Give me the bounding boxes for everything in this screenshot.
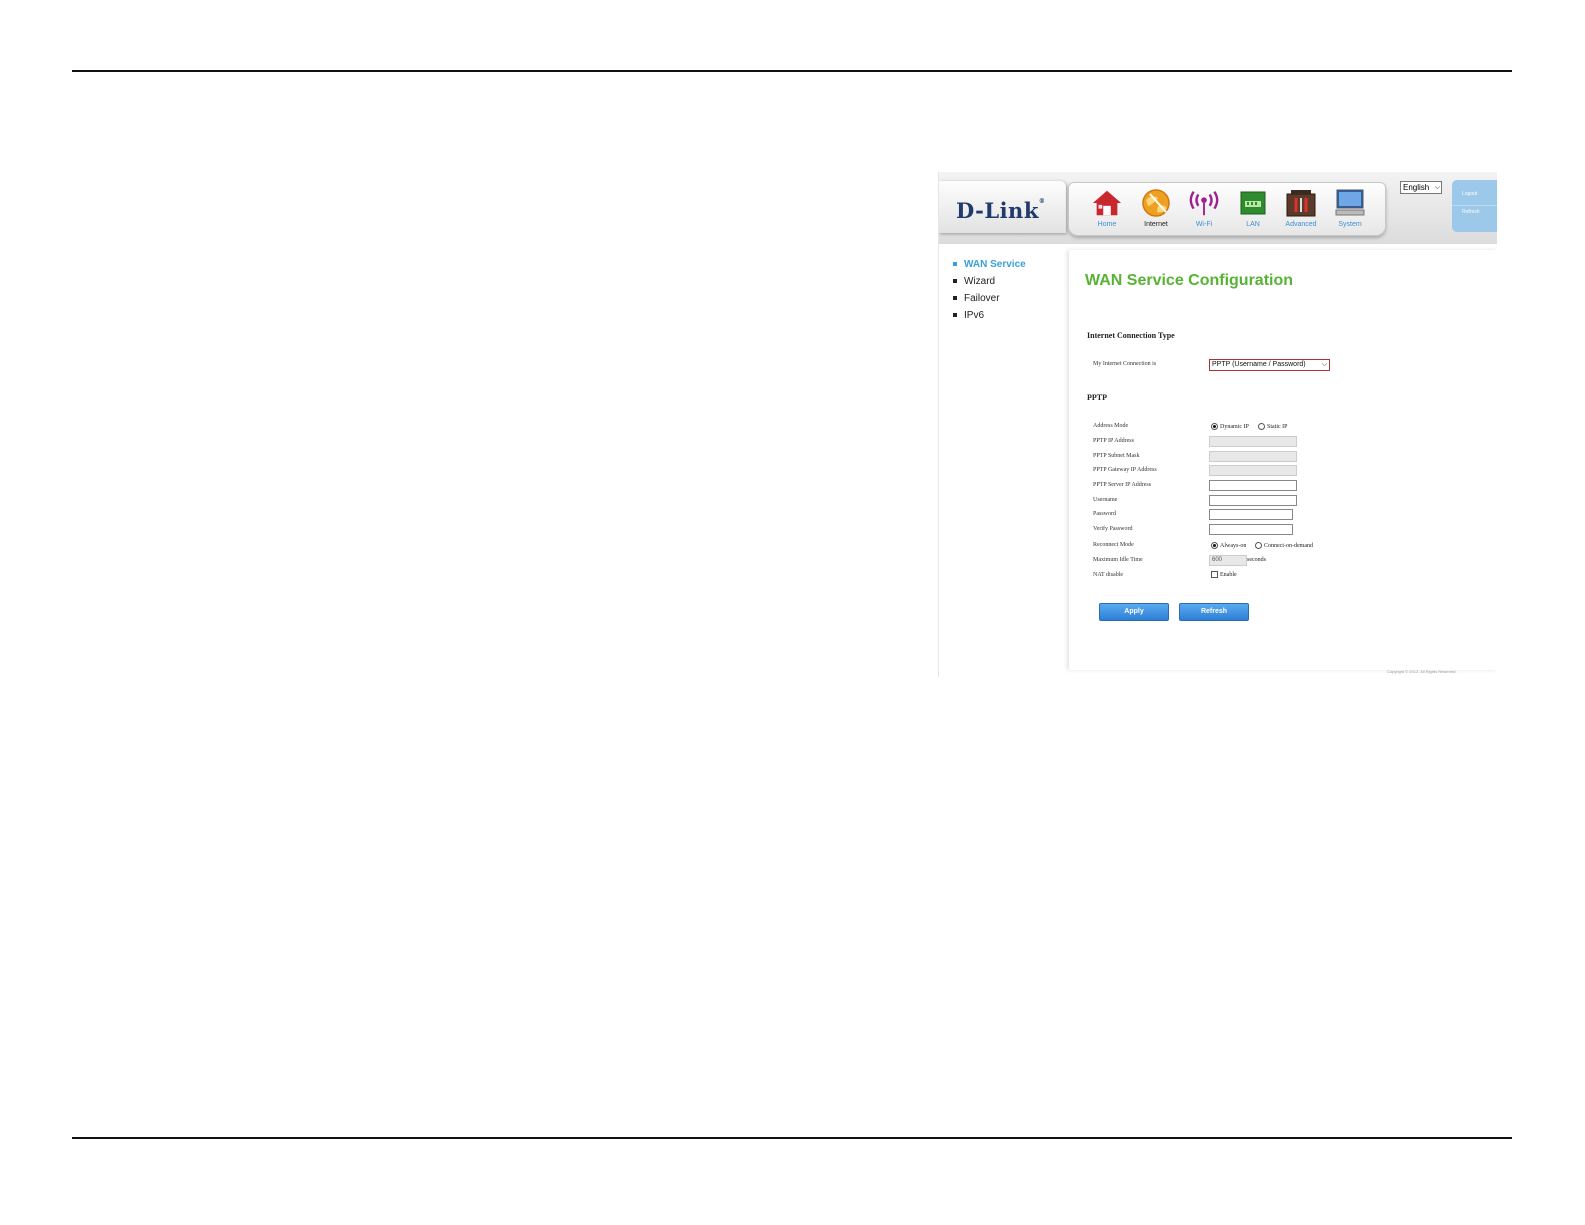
main-nav: Home Internet Wi-Fi LAN Advanced System	[1068, 182, 1386, 236]
nav-home[interactable]: Home	[1083, 186, 1131, 234]
nat-disable-label: NAT disable	[1093, 572, 1124, 578]
copyright-text: Copyright © 2012. All Rights Reserved.	[1387, 669, 1457, 674]
sidebar-item-failover[interactable]: Failover	[953, 292, 1026, 309]
apply-button[interactable]: Apply	[1099, 603, 1169, 621]
max-idle-label: Maximum Idle Time	[1093, 557, 1143, 563]
router-ui-screenshot: D-Link® Home Internet Wi-Fi LAN Advanced…	[938, 172, 1497, 677]
always-on-option[interactable]: Always-on	[1211, 542, 1246, 549]
pptp-gateway-input[interactable]	[1209, 465, 1297, 476]
radio-static-ip[interactable]	[1258, 423, 1265, 430]
verify-password-label: Verify Password	[1093, 526, 1133, 532]
nav-wifi[interactable]: Wi-Fi	[1180, 186, 1228, 234]
language-select[interactable]: English ⌵	[1400, 181, 1442, 194]
password-label: Password	[1093, 511, 1117, 517]
nav-lan[interactable]: LAN	[1229, 186, 1277, 234]
connection-type-select[interactable]: PPTP (Username / Password) ⌵	[1209, 359, 1330, 371]
pptp-mask-label: PPTP Subnet Mask	[1093, 453, 1140, 459]
content-panel: WAN Service Configuration Internet Conne…	[1069, 250, 1497, 670]
nat-enable-checkbox[interactable]	[1211, 571, 1218, 578]
header: D-Link® Home Internet Wi-Fi LAN Advanced…	[939, 172, 1497, 244]
radio-connect-on-demand[interactable]	[1255, 542, 1262, 549]
connect-on-demand-option[interactable]: Connect-on-demand	[1255, 542, 1313, 549]
dynamic-ip-option[interactable]: Dynamic IP	[1211, 423, 1249, 430]
static-ip-option[interactable]: Static IP	[1258, 423, 1288, 430]
sidebar-item-ipv6[interactable]: IPv6	[953, 309, 1026, 326]
account-tab: Logout Refresh	[1452, 180, 1497, 232]
verify-password-input[interactable]	[1209, 524, 1293, 535]
logout-link[interactable]: Logout	[1452, 191, 1497, 197]
dlink-logo: D-Link®	[956, 198, 1046, 223]
computer-icon	[1334, 188, 1366, 218]
chevron-down-icon: ⌵	[1321, 361, 1327, 368]
top-divider	[72, 70, 1512, 72]
lan-icon	[1237, 188, 1269, 218]
connection-type-heading: Internet Connection Type	[1087, 331, 1175, 340]
username-input[interactable]	[1209, 495, 1297, 506]
pptp-gateway-label: PPTP Gateway IP Address	[1093, 467, 1157, 473]
connection-label: My Internet Connection is	[1093, 361, 1157, 367]
radio-dynamic-ip[interactable]	[1211, 423, 1218, 430]
chevron-down-icon: ⌵	[1434, 184, 1440, 191]
username-label: Username	[1093, 497, 1118, 503]
nav-system[interactable]: System	[1326, 186, 1374, 234]
wifi-icon	[1188, 188, 1220, 218]
refresh-button[interactable]: Refresh	[1179, 603, 1249, 621]
password-input[interactable]	[1209, 509, 1293, 520]
page-title: WAN Service Configuration	[1085, 272, 1294, 289]
toolbox-icon	[1285, 188, 1317, 218]
sidebar-item-wizard[interactable]: Wizard	[953, 275, 1026, 292]
sidebar: WAN Service Wizard Failover IPv6	[953, 258, 1026, 326]
pptp-server-label: PPTP Server IP Address	[1093, 482, 1152, 488]
pptp-ip-input[interactable]	[1209, 436, 1297, 447]
seconds-label: seconds	[1247, 557, 1266, 563]
max-idle-input[interactable]: 600	[1209, 555, 1247, 566]
logo-tab: D-Link®	[939, 181, 1066, 233]
pptp-server-input[interactable]	[1209, 480, 1297, 491]
pptp-ip-label: PPTP IP Address	[1093, 438, 1134, 444]
nat-enable-option[interactable]: Enable	[1211, 571, 1237, 578]
reconnect-mode-label: Reconnect Mode	[1093, 542, 1134, 548]
nav-internet[interactable]: Internet	[1132, 186, 1180, 234]
home-icon	[1091, 188, 1123, 218]
nav-advanced[interactable]: Advanced	[1277, 186, 1325, 234]
pptp-heading: PPTP	[1087, 393, 1107, 402]
sidebar-item-wan-service[interactable]: WAN Service	[953, 258, 1026, 275]
globe-icon	[1140, 188, 1172, 218]
radio-always-on[interactable]	[1211, 542, 1218, 549]
refresh-link[interactable]: Refresh	[1452, 205, 1497, 215]
pptp-mask-input[interactable]	[1209, 451, 1297, 462]
bottom-divider	[72, 1137, 1512, 1139]
address-mode-label: Address Mode	[1093, 423, 1129, 429]
